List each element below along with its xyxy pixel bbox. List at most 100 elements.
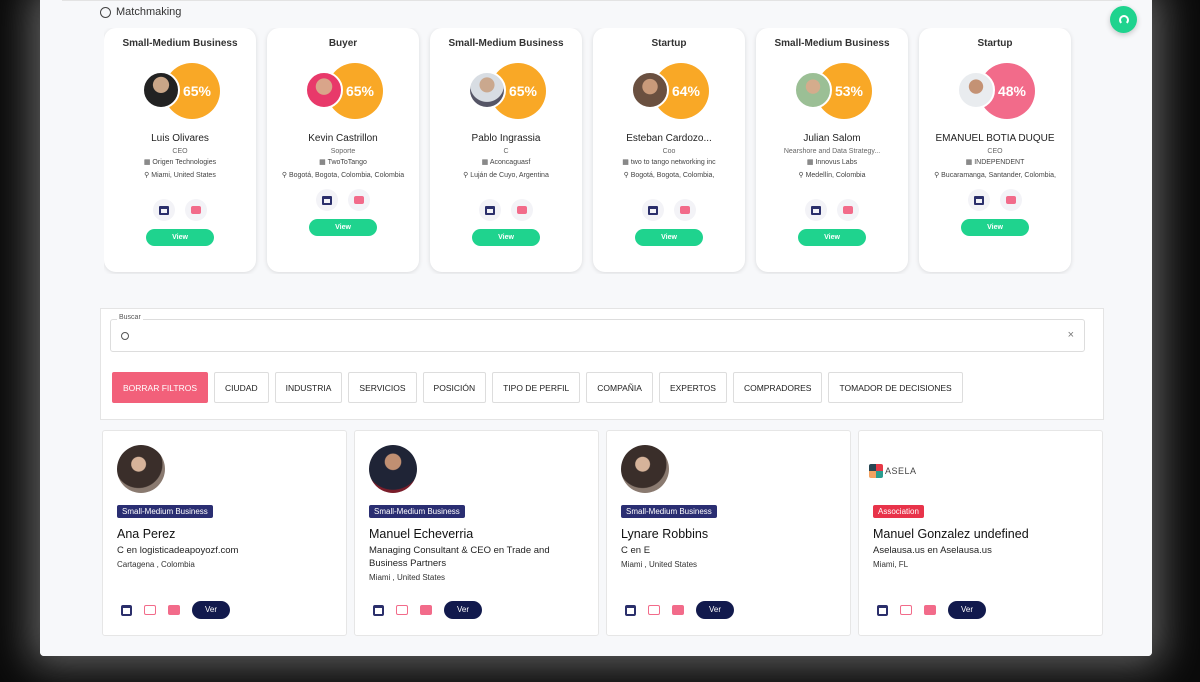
view-button[interactable]: View <box>309 219 377 236</box>
avatar <box>305 71 343 109</box>
match-card: Buyer 65% Kevin Castrillon Soporte ▦ Two… <box>267 28 419 272</box>
match-org: ▦ Innovus Labs <box>756 158 908 168</box>
location-pin-icon: ⚲ <box>798 172 806 179</box>
avatar <box>369 445 417 493</box>
match-carousel[interactable]: Small-Medium Business 65% Luis Olivares … <box>104 28 1100 274</box>
message-button[interactable] <box>1000 189 1022 211</box>
page-content: Matchmaking Small-Medium Business 65% Lu… <box>40 0 1152 656</box>
score-group: 65% <box>140 63 220 121</box>
match-role: CEO <box>987 148 1003 155</box>
schedule-button[interactable] <box>642 199 664 221</box>
match-org-label: INDEPENDENT <box>974 159 1025 166</box>
schedule-button[interactable] <box>968 189 990 211</box>
ver-button[interactable]: Ver <box>696 601 734 619</box>
calendar-icon[interactable] <box>877 604 888 616</box>
avatar <box>468 71 506 109</box>
chat-icon[interactable] <box>396 605 408 615</box>
smile-icon <box>100 6 111 18</box>
view-button[interactable]: View <box>635 229 703 246</box>
match-location-label: Bogotá, Bogota, Colombia, <box>630 172 715 179</box>
match-role: Nearshore and Data Strategy... <box>783 148 881 155</box>
profile-type-badge: Small-Medium Business <box>369 505 465 518</box>
score-group: 65% <box>466 63 546 121</box>
result-card: Small-Medium Business Ana Perez C en log… <box>102 430 347 636</box>
ver-button[interactable]: Ver <box>948 601 986 619</box>
match-name: Kevin Castrillon <box>308 133 378 144</box>
building-icon: ▦ <box>319 159 328 166</box>
calendar-icon[interactable] <box>625 604 636 616</box>
profile-type: Small-Medium Business <box>774 38 890 49</box>
profile-type-badge: Small-Medium Business <box>117 505 213 518</box>
clear-filters-button[interactable]: BORRAR FILTROS <box>112 372 208 403</box>
mail-icon[interactable] <box>168 605 180 615</box>
filter-services[interactable]: SERVICIOS <box>348 372 417 403</box>
message-button[interactable] <box>837 199 859 221</box>
match-location: ⚲ Bucaramanga, Santander, Colombia, <box>919 171 1071 181</box>
view-button[interactable]: View <box>472 229 540 246</box>
filter-city[interactable]: CIUDAD <box>214 372 269 403</box>
filter-decision-makers[interactable]: TOMADOR DE DECISIONES <box>828 372 963 403</box>
match-name: EMANUEL BOTIA DUQUE <box>935 133 1055 144</box>
filter-company[interactable]: COMPAÑIA <box>586 372 653 403</box>
search-input[interactable]: × <box>110 319 1085 352</box>
section-title: Matchmaking <box>100 6 181 18</box>
score-group: 53% <box>792 63 872 121</box>
filter-profile-type[interactable]: TIPO DE PERFIL <box>492 372 581 403</box>
profile-type-badge: Association <box>873 505 924 518</box>
calendar-icon[interactable] <box>373 604 384 616</box>
result-name: Ana Perez <box>117 527 176 541</box>
message-button[interactable] <box>185 199 207 221</box>
schedule-button[interactable] <box>479 199 501 221</box>
match-org-label: two to tango networking inc <box>630 159 716 166</box>
profile-type: Small-Medium Business <box>122 38 238 49</box>
match-location-label: Luján de Cuyo, Argentina <box>470 172 549 179</box>
message-button[interactable] <box>674 199 696 221</box>
match-location-label: Bogotá, Bogota, Colombia, Colombia <box>288 172 405 179</box>
message-icon <box>680 206 690 214</box>
match-location: ⚲ Bogotá, Bogota, Colombia, Colombia <box>267 171 419 181</box>
mail-icon[interactable] <box>672 605 684 615</box>
ver-button[interactable]: Ver <box>444 601 482 619</box>
match-org: ▦ Origen Technologies <box>104 158 256 168</box>
match-name: Julian Salom <box>803 133 861 144</box>
action-icons <box>430 199 582 221</box>
calendar-icon <box>159 205 169 215</box>
ver-button[interactable]: Ver <box>192 601 230 619</box>
chat-icon[interactable] <box>900 605 912 615</box>
view-button[interactable]: View <box>961 219 1029 236</box>
view-button[interactable]: View <box>798 229 866 246</box>
help-button[interactable] <box>1110 6 1137 33</box>
calendar-icon[interactable] <box>121 604 132 616</box>
result-name: Manuel Echeverria <box>369 527 474 541</box>
avatar <box>117 445 165 493</box>
match-role: Soporte <box>330 148 356 155</box>
match-location-label: Miami, United States <box>151 172 216 179</box>
filter-buyers[interactable]: COMPRADORES <box>732 372 823 403</box>
filter-position[interactable]: POSICIÓN <box>422 372 487 403</box>
view-button[interactable]: View <box>146 229 214 246</box>
calendar-icon <box>974 195 984 205</box>
schedule-button[interactable] <box>153 199 175 221</box>
result-title: Managing Consultant & CEO en Trade and B… <box>369 545 550 569</box>
mail-icon[interactable] <box>420 605 432 615</box>
match-role: Coo <box>662 148 676 155</box>
match-location-label: Bucaramanga, Santander, Colombia, <box>941 172 1056 179</box>
result-title: Aselausa.us en Aselausa.us <box>873 545 992 556</box>
match-card: Small-Medium Business 65% Pablo Ingrassi… <box>430 28 582 272</box>
match-org-label: Aconcaguasf <box>489 159 531 166</box>
divider <box>62 0 1122 1</box>
message-button[interactable] <box>348 189 370 211</box>
message-button[interactable] <box>511 199 533 221</box>
clear-icon[interactable]: × <box>1068 329 1074 341</box>
schedule-button[interactable] <box>316 189 338 211</box>
filter-experts[interactable]: EXPERTOS <box>658 372 727 403</box>
avatar <box>957 71 995 109</box>
chat-icon[interactable] <box>144 605 156 615</box>
chat-icon[interactable] <box>648 605 660 615</box>
schedule-button[interactable] <box>805 199 827 221</box>
profile-type: Startup <box>977 38 1013 49</box>
filter-industry[interactable]: INDUSTRIA <box>274 372 343 403</box>
mail-icon[interactable] <box>924 605 936 615</box>
building-icon: ▦ <box>965 159 975 166</box>
profile-type: Startup <box>651 38 687 49</box>
